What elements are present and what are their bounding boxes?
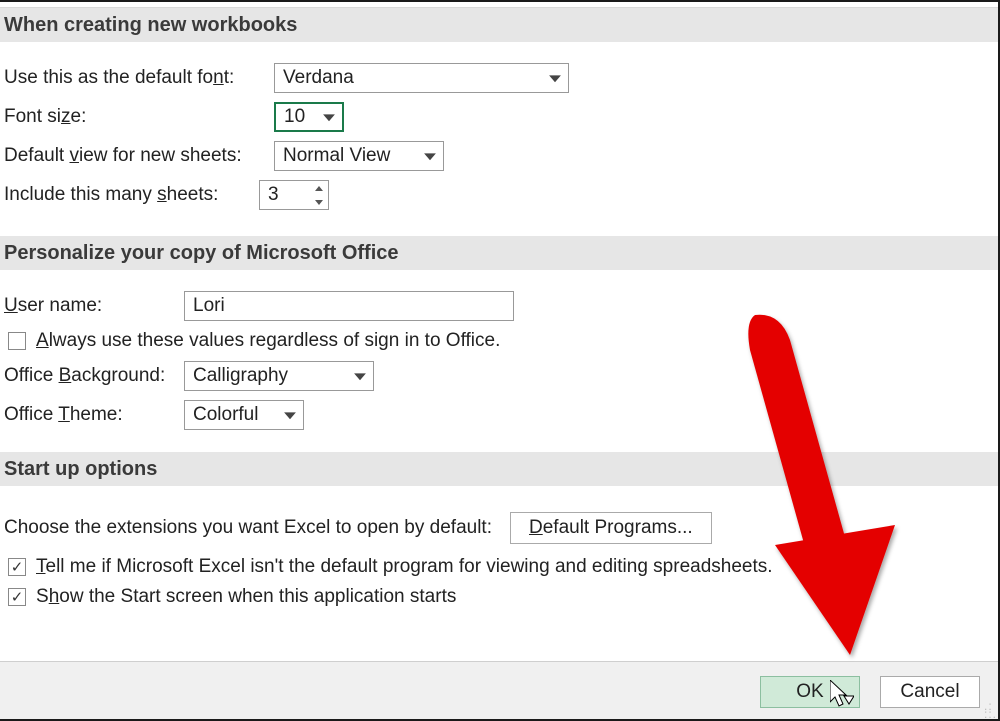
font-size-label: Font size: bbox=[4, 106, 274, 128]
default-font-combo[interactable]: Verdana bbox=[274, 63, 569, 93]
spinner-buttons[interactable] bbox=[310, 181, 328, 209]
personalize-content: User name: Lori Always use these values … bbox=[0, 270, 1000, 430]
always-use-label: Always use these values regardless of si… bbox=[36, 330, 500, 352]
ok-button[interactable]: OK bbox=[760, 676, 860, 708]
default-view-value: Normal View bbox=[283, 145, 390, 167]
sheets-count-label: Include this many sheets: bbox=[4, 184, 259, 206]
sheets-count-spinner[interactable]: 3 bbox=[259, 180, 329, 210]
cancel-button[interactable]: Cancel bbox=[880, 676, 980, 708]
spinner-down-icon[interactable] bbox=[310, 195, 328, 209]
username-value: Lori bbox=[193, 295, 225, 317]
default-font-label: Use this as the default font: bbox=[4, 67, 274, 89]
tell-me-label: Tell me if Microsoft Excel isn't the def… bbox=[36, 556, 773, 578]
default-view-combo[interactable]: Normal View bbox=[274, 141, 444, 171]
section-header-personalize: Personalize your copy of Microsoft Offic… bbox=[0, 236, 1000, 270]
section-title-workbooks: When creating new workbooks bbox=[4, 14, 297, 37]
section-title-personalize: Personalize your copy of Microsoft Offic… bbox=[4, 242, 399, 265]
startup-content: Choose the extensions you want Excel to … bbox=[0, 486, 1000, 608]
office-background-label: Office Background: bbox=[4, 365, 184, 387]
always-use-checkbox[interactable] bbox=[8, 332, 26, 350]
section-header-workbooks: When creating new workbooks bbox=[0, 8, 1000, 42]
chevron-down-icon bbox=[549, 75, 561, 82]
tell-me-checkbox[interactable] bbox=[8, 558, 26, 576]
ok-label: OK bbox=[796, 681, 823, 703]
office-theme-label: Office Theme: bbox=[4, 404, 184, 426]
section-header-startup: Start up options bbox=[0, 452, 1000, 486]
username-input[interactable]: Lori bbox=[184, 291, 514, 321]
office-background-combo[interactable]: Calligraphy bbox=[184, 361, 374, 391]
top-strip bbox=[0, 0, 1000, 8]
office-background-value: Calligraphy bbox=[193, 365, 288, 387]
chevron-down-icon bbox=[354, 373, 366, 380]
show-start-checkbox[interactable] bbox=[8, 588, 26, 606]
font-size-value: 10 bbox=[284, 106, 305, 128]
chevron-down-icon bbox=[284, 412, 296, 419]
chevron-down-icon bbox=[323, 114, 335, 121]
cancel-label: Cancel bbox=[900, 681, 959, 703]
default-font-value: Verdana bbox=[283, 67, 354, 89]
default-view-label: Default view for new sheets: bbox=[4, 145, 274, 167]
dialog-footer: OK Cancel .:::. bbox=[0, 661, 1000, 721]
show-start-label: Show the Start screen when this applicat… bbox=[36, 586, 456, 608]
office-theme-value: Colorful bbox=[193, 404, 258, 426]
options-dialog: When creating new workbooks Use this as … bbox=[0, 0, 1000, 721]
sheets-count-value: 3 bbox=[268, 184, 279, 206]
default-programs-button[interactable]: Default Programs... bbox=[510, 512, 712, 544]
choose-extensions-label: Choose the extensions you want Excel to … bbox=[4, 517, 492, 539]
section-title-startup: Start up options bbox=[4, 458, 157, 481]
chevron-down-icon bbox=[424, 153, 436, 160]
spinner-up-icon[interactable] bbox=[310, 181, 328, 195]
resize-grip-icon[interactable]: .:::. bbox=[984, 702, 997, 718]
workbooks-content: Use this as the default font: Verdana Fo… bbox=[0, 42, 1000, 210]
username-label: User name: bbox=[4, 295, 184, 317]
font-size-combo[interactable]: 10 bbox=[274, 102, 344, 132]
office-theme-combo[interactable]: Colorful bbox=[184, 400, 304, 430]
